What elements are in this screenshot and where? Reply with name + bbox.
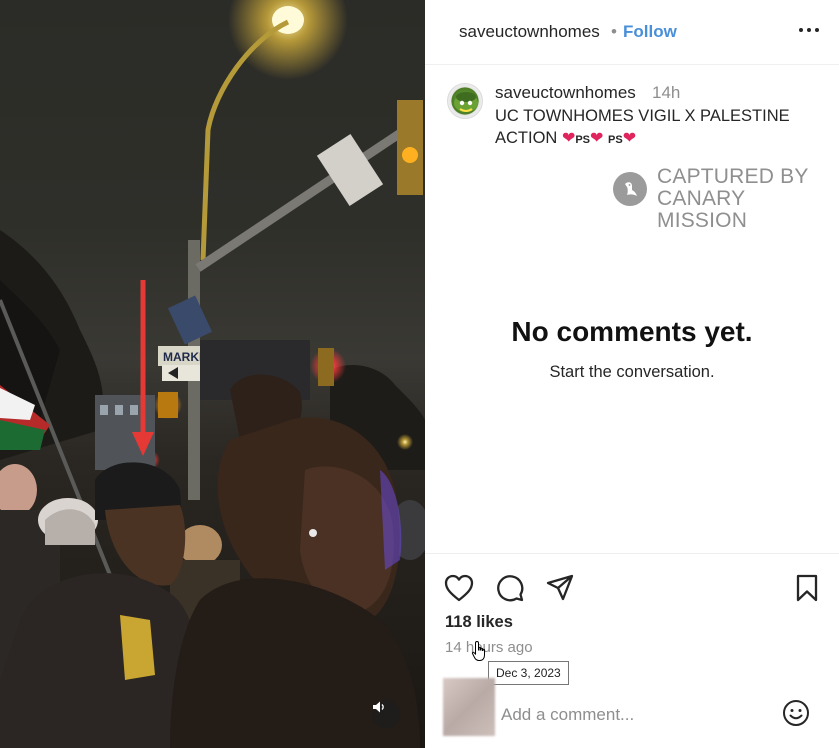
watermark-text: CAPTURED BY CANARY MISSION <box>657 166 839 232</box>
hand-cursor-icon <box>471 640 489 667</box>
smiley-icon <box>783 700 809 726</box>
canary-mission-watermark: CAPTURED BY CANARY MISSION <box>613 166 839 232</box>
header-separator: • <box>611 22 617 41</box>
canary-bird-icon <box>613 172 647 206</box>
comment-bubble-icon <box>497 575 524 602</box>
share-button[interactable] <box>544 572 576 604</box>
heart-emoji-icon: ❤ <box>622 130 637 147</box>
audio-toggle-button[interactable] <box>372 700 400 728</box>
emoji-button[interactable] <box>781 698 811 728</box>
speaker-icon <box>373 701 384 713</box>
ps-text-1: PS <box>575 134 591 146</box>
heart-emoji-icon: ❤ <box>561 130 576 147</box>
follow-button[interactable]: Follow <box>623 22 677 42</box>
profile-logo-icon <box>454 92 478 112</box>
heart-outline-icon <box>444 574 474 602</box>
avatar[interactable] <box>447 83 483 119</box>
start-conversation-text: Start the conversation. <box>549 363 715 381</box>
post-media[interactable]: MARKET ST <box>0 0 425 748</box>
post-actions-section: 118 likes 14 hours ago Dec 3, 2023 <box>425 553 839 748</box>
caption-line-2: ACTION ❤PS❤ PS❤ <box>495 127 815 151</box>
caption-action-word: ACTION <box>495 129 558 147</box>
header-username-link[interactable]: saveuctownhomes <box>459 22 600 42</box>
caption-line-1: UC TOWNHOMES VIGIL X PALESTINE <box>495 107 790 125</box>
watermark-line-1: CAPTURED BY <box>657 165 809 188</box>
caption-timestamp[interactable]: 14h <box>652 83 680 103</box>
post-header: saveuctownhomes • Follow <box>425 0 839 65</box>
paper-plane-icon <box>546 574 574 601</box>
heart-emoji-icon: ❤ <box>590 130 604 147</box>
add-comment-input[interactable] <box>501 705 761 725</box>
more-options-icon[interactable] <box>797 18 821 42</box>
add-comment-row <box>425 674 839 748</box>
caption-text: UC TOWNHOMES VIGIL X PALESTINE ACTION ❤P… <box>495 105 815 151</box>
caption-username-link[interactable]: saveuctownhomes <box>495 83 636 103</box>
street-scene-image: MARKET ST <box>0 0 425 748</box>
post-panel: saveuctownhomes • Follow saveuctownhomes… <box>425 0 839 748</box>
likes-count[interactable]: 118 likes <box>445 613 513 632</box>
like-button[interactable] <box>443 572 475 604</box>
save-button[interactable] <box>791 572 823 604</box>
no-comments-title: No comments yet. <box>511 316 753 347</box>
ps-text-2: PS <box>608 134 623 146</box>
comment-button[interactable] <box>494 572 526 604</box>
bookmark-icon <box>796 574 818 602</box>
viewer-avatar <box>443 678 495 736</box>
watermark-line-2: CANARY MISSION <box>657 187 748 232</box>
